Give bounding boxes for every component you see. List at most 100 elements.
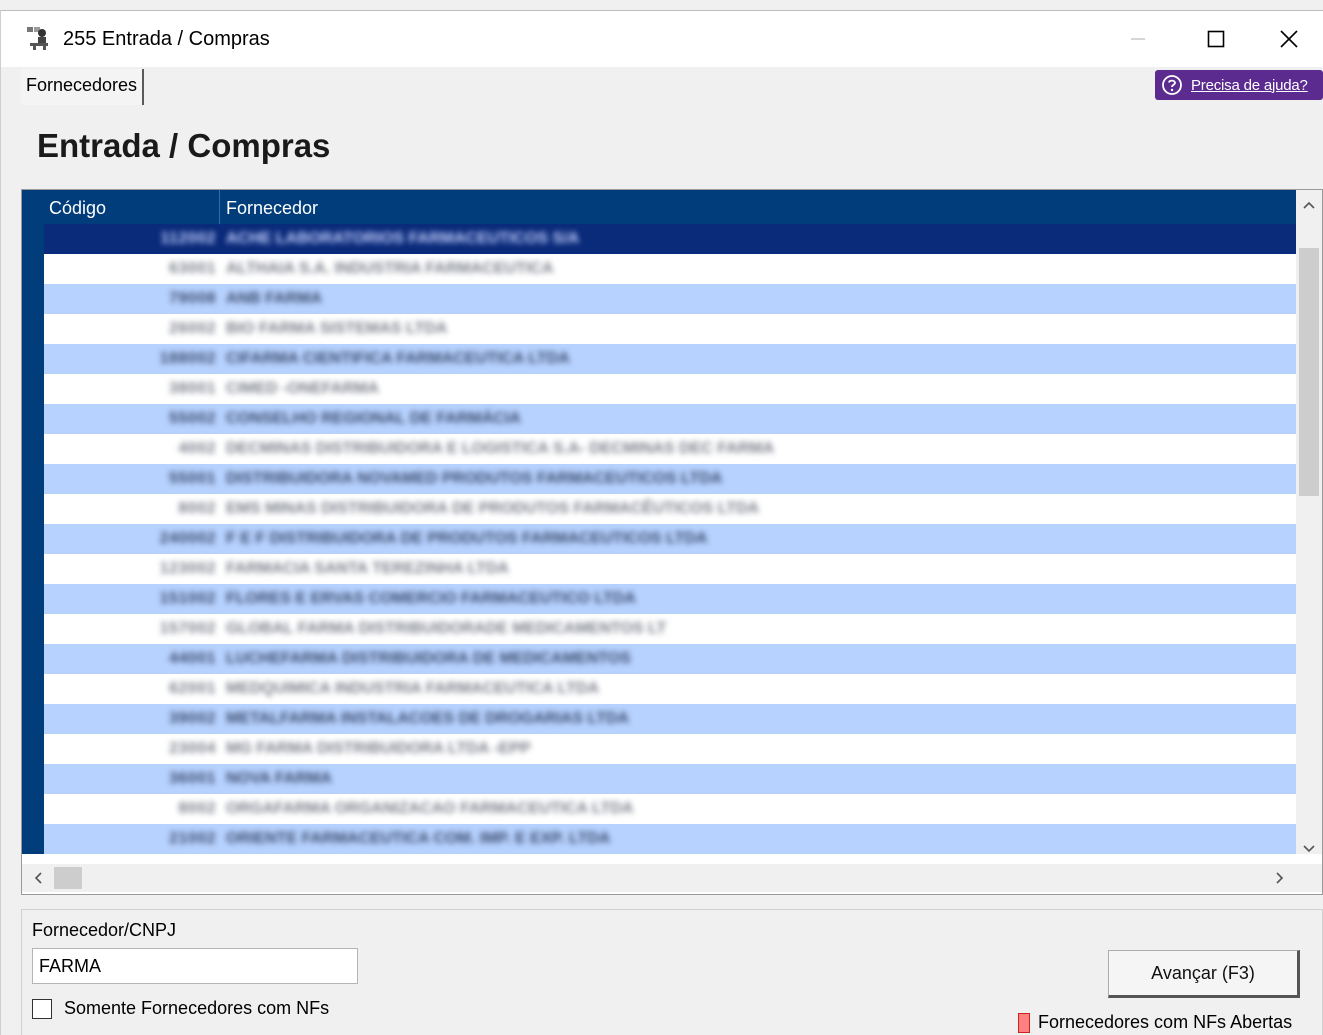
cell-fornecedor: ORIENTE FARMACEUTICA COM. IMP. E EXP. LT… xyxy=(226,830,611,847)
table-row[interactable]: 38001 CIMED -ONEFARMA xyxy=(44,374,1296,404)
table-row[interactable]: 26002 BIO FARMA SISTEMAS LTDA xyxy=(44,314,1296,344)
cell-codigo: 240002 xyxy=(159,530,216,547)
cell-codigo: 188002 xyxy=(159,350,216,367)
advance-button[interactable]: Avançar (F3) xyxy=(1108,950,1300,998)
horizontal-scroll-thumb[interactable] xyxy=(54,867,82,889)
cell-codigo: 44001 xyxy=(169,650,216,667)
table-row[interactable]: 36001 NOVA FARMA xyxy=(44,764,1296,794)
cell-codigo: 79008 xyxy=(169,290,216,307)
grid-rows: 112002 ACHE LABORATORIOS FARMACEUTICOS S/… xyxy=(44,224,1296,854)
cell-codigo: 151002 xyxy=(159,590,216,607)
cell-codigo: 157002 xyxy=(159,620,216,637)
cell-fornecedor: ACHE LABORATORIOS FARMACEUTICOS S/A xyxy=(226,230,580,247)
open-nfs-legend: Fornecedores com NFs Abertas xyxy=(1018,1012,1292,1033)
table-row[interactable]: 55002 CONSELHO REGIONAL DE FARMÁCIA xyxy=(44,404,1296,434)
table-row[interactable]: 188002 CIFARMA CIENTIFICA FARMACEUTICA LT… xyxy=(44,344,1296,374)
cell-fornecedor: FLORES E ERVAS COMERCIO FARMACEUTICO LTD… xyxy=(226,590,636,607)
cell-codigo: 55001 xyxy=(169,470,216,487)
table-row[interactable]: 151002 FLORES E ERVAS COMERCIO FARMACEUTI… xyxy=(44,584,1296,614)
cell-fornecedor: CONSELHO REGIONAL DE FARMÁCIA xyxy=(226,410,521,427)
title-bar: 255 Entrada / Compras xyxy=(1,11,1323,67)
cell-codigo: 36001 xyxy=(169,770,216,787)
cell-codigo: 62001 xyxy=(169,680,216,697)
only-with-nfs-label: Somente Fornecedores com NFs xyxy=(64,998,330,1018)
table-row[interactable]: 55001 DISTRIBUIDORA NOVAMED PRODUTOS FARM… xyxy=(44,464,1296,494)
cell-codigo: 4002 xyxy=(178,440,216,457)
table-row[interactable]: 157002 GLOBAL FARMA DISTRIBUIDORADE MEDIC… xyxy=(44,614,1296,644)
chevron-left-icon xyxy=(34,872,42,884)
tab-fornecedores[interactable]: Fornecedores xyxy=(21,69,145,105)
cell-fornecedor: DISTRIBUIDORA NOVAMED PRODUTOS FARMACEUT… xyxy=(226,470,723,487)
table-row[interactable]: 44001 LUCHEFARMA DISTRIBUIDORA DE MEDICAM… xyxy=(44,644,1296,674)
minimize-button[interactable] xyxy=(1099,11,1177,67)
row-indicator-column xyxy=(22,224,44,854)
supplier-search-input[interactable] xyxy=(32,948,358,984)
horizontal-scrollbar[interactable] xyxy=(22,864,1322,892)
suppliers-grid[interactable]: Código Fornecedor 112002 ACHE LABORATORIO… xyxy=(21,189,1323,895)
cell-fornecedor: MEDQUIMICA INDUSTRIA FARMACEUTICA LTDA xyxy=(226,680,600,697)
table-row[interactable]: 8002 EMS MINAS DISTRIBUIDORA DE PRODUTOS … xyxy=(44,494,1296,524)
help-label: Precisa de ajuda? xyxy=(1191,76,1308,94)
cell-codigo: 39002 xyxy=(169,710,216,727)
table-row[interactable]: 240002 F E F DISTRIBUIDORA DE PRODUTOS FA… xyxy=(44,524,1296,554)
column-header-codigo[interactable]: Código xyxy=(44,190,220,224)
scroll-up-button[interactable] xyxy=(1296,192,1322,218)
cell-fornecedor: GLOBAL FARMA DISTRIBUIDORADE MEDICAMENTO… xyxy=(226,620,667,637)
table-row[interactable]: 123002 FARMACIA SANTA TEREZINHA LTDA xyxy=(44,554,1296,584)
tab-strip: Fornecedores Precisa de ajuda? xyxy=(1,67,1323,105)
help-circle-icon xyxy=(1162,75,1182,95)
supplier-search-label: Fornecedor/CNPJ xyxy=(32,920,177,940)
main-window: 255 Entrada / Compras Fornecedores Preci… xyxy=(0,10,1323,1035)
table-row[interactable]: 62001 MEDQUIMICA INDUSTRIA FARMACEUTICA L… xyxy=(44,674,1296,704)
minimize-icon xyxy=(1131,38,1145,40)
table-row[interactable]: 112002 ACHE LABORATORIOS FARMACEUTICOS S/… xyxy=(44,224,1296,254)
filter-panel: Fornecedor/CNPJ Somente Fornecedores com… xyxy=(21,909,1323,1035)
window-title: 255 Entrada / Compras xyxy=(63,28,270,50)
close-button[interactable] xyxy=(1255,11,1323,67)
chevron-right-icon xyxy=(1276,872,1284,884)
cell-fornecedor: ALTHAIA S.A. INDUSTRIA FARMACEUTICA xyxy=(226,260,554,277)
scroll-down-button[interactable] xyxy=(1296,836,1322,862)
cell-codigo: 23004 xyxy=(169,740,216,757)
chevron-up-icon xyxy=(1303,201,1315,209)
chevron-down-icon xyxy=(1303,845,1315,853)
filter-checkbox-row[interactable]: Somente Fornecedores com NFs xyxy=(32,998,329,1019)
cell-fornecedor: BIO FARMA SISTEMAS LTDA xyxy=(226,320,448,337)
cell-codigo: 26002 xyxy=(169,320,216,337)
table-row[interactable]: 4002 DECMINAS DISTRIBUIDORA E LOGISTICA S… xyxy=(44,434,1296,464)
maximize-button[interactable] xyxy=(1177,11,1255,67)
help-button[interactable]: Precisa de ajuda? xyxy=(1155,70,1323,100)
cell-fornecedor: CIMED -ONEFARMA xyxy=(226,380,379,397)
cell-fornecedor: LUCHEFARMA DISTRIBUIDORA DE MEDICAMENTOS xyxy=(226,650,631,667)
cell-codigo: 38001 xyxy=(169,380,216,397)
cell-fornecedor: NOVA FARMA xyxy=(226,770,332,787)
app-icon xyxy=(25,25,53,51)
cell-codigo: 21002 xyxy=(169,830,216,847)
table-row[interactable]: 21002 ORIENTE FARMACEUTICA COM. IMP. E EX… xyxy=(44,824,1296,854)
vertical-scroll-thumb[interactable] xyxy=(1299,248,1319,496)
only-with-nfs-checkbox[interactable] xyxy=(32,998,52,1019)
grid-header: Código Fornecedor xyxy=(22,190,1296,224)
close-icon xyxy=(1280,30,1298,48)
column-header-fornecedor[interactable]: Fornecedor xyxy=(221,190,1296,224)
legend-label: Fornecedores com NFs Abertas xyxy=(1038,1012,1293,1032)
scroll-left-button[interactable] xyxy=(24,864,52,892)
table-row[interactable]: 39002 METALFARMA INSTALACOES DE DROGARIAS… xyxy=(44,704,1296,734)
cell-fornecedor: EMS MINAS DISTRIBUIDORA DE PRODUTOS FARM… xyxy=(226,500,760,517)
table-row[interactable]: 79008 ANB FARMA xyxy=(44,284,1296,314)
vertical-scrollbar[interactable] xyxy=(1296,190,1322,854)
table-row[interactable]: 23004 MG FARMA DISTRIBUIDORA LTDA -EPP xyxy=(44,734,1296,764)
cell-codigo: 112002 xyxy=(160,230,216,247)
cell-fornecedor: FARMACIA SANTA TEREZINHA LTDA xyxy=(226,560,509,577)
cell-fornecedor: DECMINAS DISTRIBUIDORA E LOGISTICA S.A- … xyxy=(226,440,775,457)
scroll-right-button[interactable] xyxy=(1266,864,1294,892)
cell-codigo: 123002 xyxy=(159,560,216,577)
maximize-icon xyxy=(1207,30,1225,48)
table-row[interactable]: 8002 ORGAFARMA ORGANIZACAO FARMACEUTICA L… xyxy=(44,794,1296,824)
cell-codigo: 55002 xyxy=(169,410,216,427)
cell-fornecedor: ORGAFARMA ORGANIZACAO FARMACEUTICA LTDA xyxy=(226,800,634,817)
cell-fornecedor: MG FARMA DISTRIBUIDORA LTDA -EPP xyxy=(226,740,531,757)
table-row[interactable]: 63001 ALTHAIA S.A. INDUSTRIA FARMACEUTICA xyxy=(44,254,1296,284)
cell-fornecedor: METALFARMA INSTALACOES DE DROGARIAS LTDA xyxy=(226,710,629,727)
legend-swatch xyxy=(1018,1012,1030,1033)
